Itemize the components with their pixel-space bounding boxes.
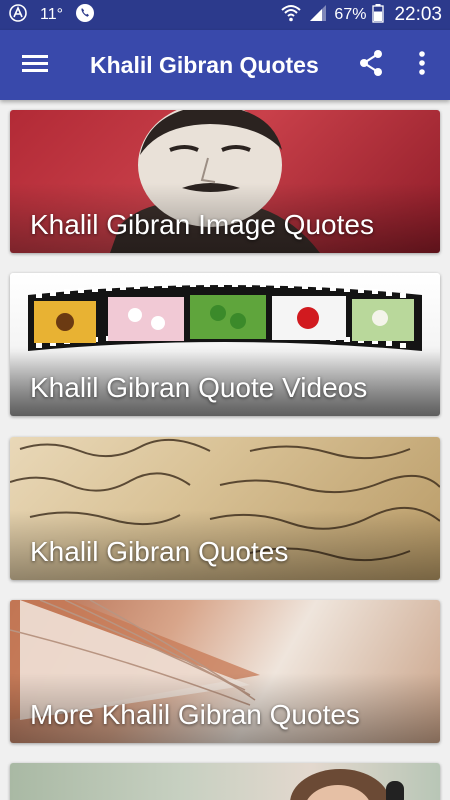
card-quote-videos[interactable]: Khalil Gibran Quote Videos (10, 273, 440, 416)
card-image-quotes[interactable]: Khalil Gibran Image Quotes (10, 110, 440, 253)
phone-icon (75, 3, 95, 28)
share-button[interactable] (346, 40, 396, 90)
app-notification-icon (8, 3, 28, 28)
hamburger-menu-icon (22, 53, 48, 78)
battery-icon (372, 3, 385, 28)
card-label: Khalil Gibran Quotes (30, 536, 289, 567)
wifi-icon (280, 3, 302, 28)
person-headphones-image (290, 769, 404, 800)
battery-percent: 67% (334, 6, 367, 23)
status-bar: 11° 67% 22:03 (0, 0, 450, 30)
card-quotes[interactable]: Khalil Gibran Quotes (10, 437, 440, 580)
share-icon (358, 49, 384, 82)
more-vertical-icon (418, 50, 426, 81)
clock: 22:03 (394, 4, 442, 25)
app-bar: Khalil Gibran Quotes (0, 30, 450, 100)
page-title: Khalil Gibran Quotes (90, 51, 319, 78)
card-partial[interactable] (10, 763, 440, 800)
menu-button[interactable] (0, 30, 70, 100)
signal-icon (308, 3, 328, 28)
temperature-text: 11° (40, 6, 64, 23)
card-label: More Khalil Gibran Quotes (30, 699, 360, 730)
card-label: Khalil Gibran Image Quotes (30, 209, 374, 240)
more-options-button[interactable] (400, 40, 444, 90)
card-label: Khalil Gibran Quote Videos (30, 372, 368, 403)
card-more-quotes[interactable]: More Khalil Gibran Quotes (10, 600, 440, 743)
